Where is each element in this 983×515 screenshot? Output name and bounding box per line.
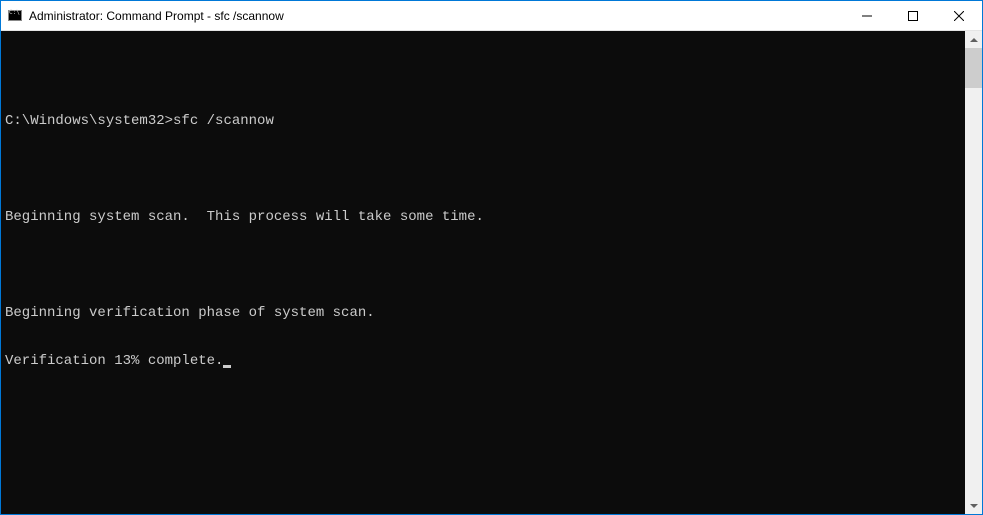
maximize-icon bbox=[908, 11, 918, 21]
terminal-blank-line bbox=[5, 161, 961, 177]
chevron-down-icon bbox=[970, 504, 978, 508]
client-area: C:\Windows\system32>sfc /scannow Beginni… bbox=[1, 31, 982, 514]
vertical-scrollbar[interactable] bbox=[965, 31, 982, 514]
verify-phase-line: Beginning verification phase of system s… bbox=[5, 305, 961, 321]
scroll-up-button[interactable] bbox=[965, 31, 982, 48]
minimize-button[interactable] bbox=[844, 1, 890, 30]
close-button[interactable] bbox=[936, 1, 982, 30]
scroll-thumb[interactable] bbox=[965, 48, 982, 88]
scroll-down-button[interactable] bbox=[965, 497, 982, 514]
titlebar-left: Administrator: Command Prompt - sfc /sca… bbox=[7, 8, 284, 24]
progress-text: Verification 13% complete. bbox=[5, 353, 223, 369]
chevron-up-icon bbox=[970, 38, 978, 42]
scan-start-line: Beginning system scan. This process will… bbox=[5, 209, 961, 225]
command-text: sfc /scannow bbox=[173, 113, 274, 129]
command-prompt-window: Administrator: Command Prompt - sfc /sca… bbox=[0, 0, 983, 515]
cursor bbox=[223, 365, 231, 368]
cmd-icon bbox=[7, 8, 23, 24]
close-icon bbox=[954, 11, 964, 21]
prompt-line: C:\Windows\system32>sfc /scannow bbox=[5, 113, 961, 129]
window-controls bbox=[844, 1, 982, 30]
terminal-blank-line bbox=[5, 257, 961, 273]
progress-line: Verification 13% complete. bbox=[5, 353, 961, 369]
prompt: C:\Windows\system32> bbox=[5, 113, 173, 129]
titlebar[interactable]: Administrator: Command Prompt - sfc /sca… bbox=[1, 1, 982, 31]
maximize-button[interactable] bbox=[890, 1, 936, 30]
window-title: Administrator: Command Prompt - sfc /sca… bbox=[29, 9, 284, 23]
terminal-output[interactable]: C:\Windows\system32>sfc /scannow Beginni… bbox=[1, 31, 965, 514]
scroll-track[interactable] bbox=[965, 48, 982, 497]
terminal-blank-line bbox=[5, 65, 961, 81]
minimize-icon bbox=[862, 11, 872, 21]
